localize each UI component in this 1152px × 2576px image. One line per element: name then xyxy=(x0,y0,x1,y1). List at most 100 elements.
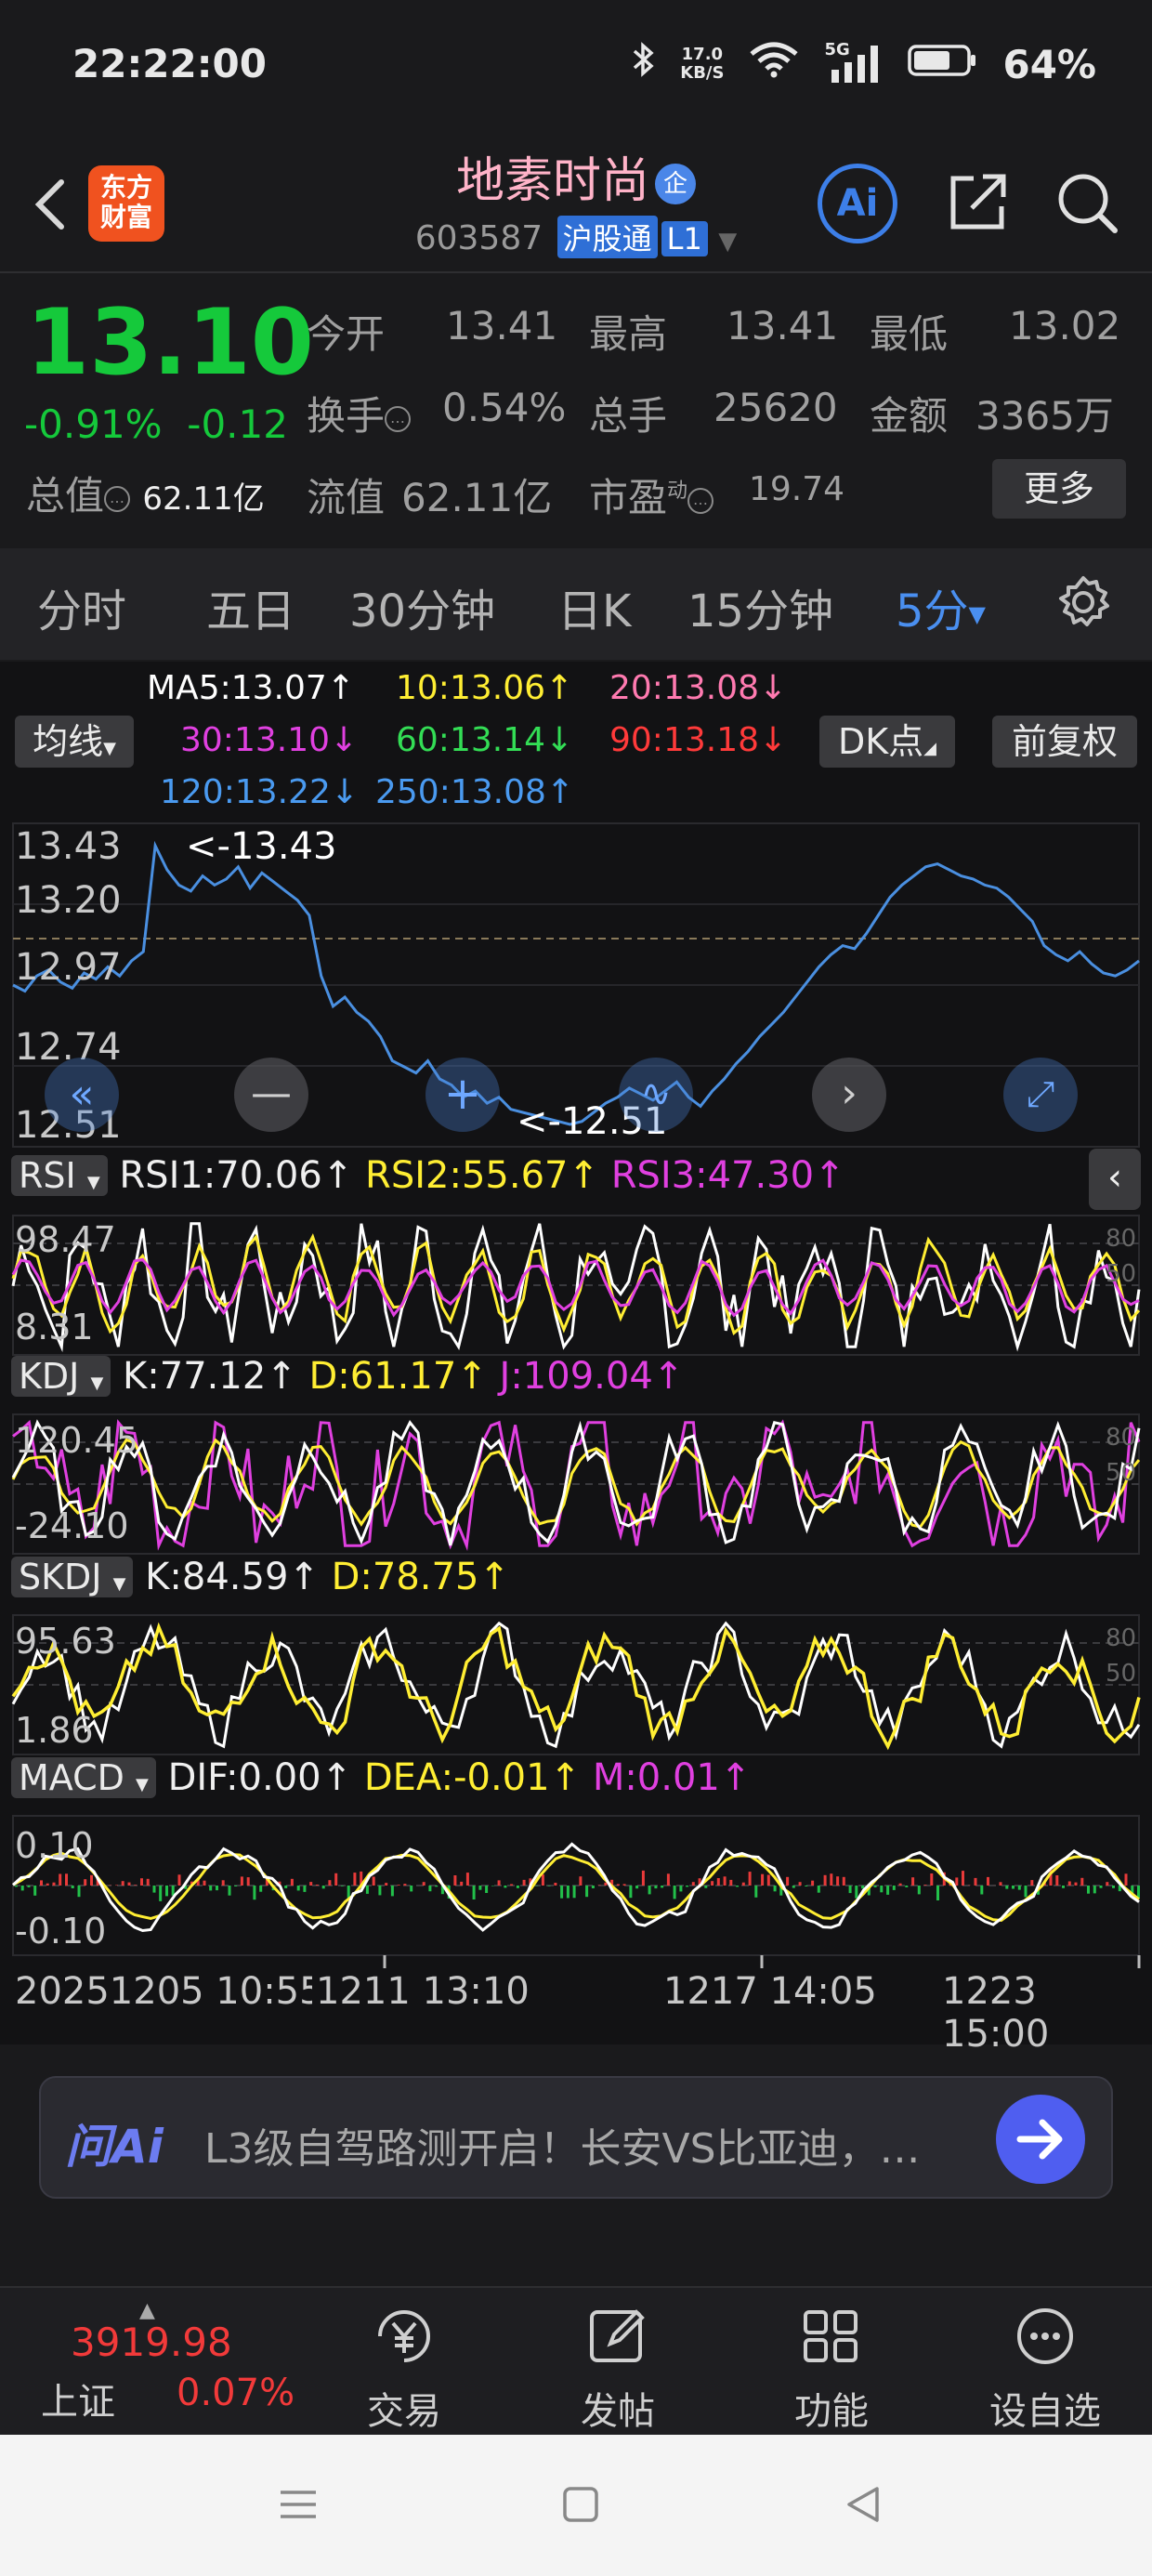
nav-add-watchlist[interactable]: 设自选 xyxy=(975,2286,1115,2435)
macd-bar xyxy=(372,1876,375,1886)
settings-button[interactable] xyxy=(1054,572,1113,636)
nav-post[interactable]: 发帖 xyxy=(550,2286,686,2435)
tab-five-day[interactable]: 五日 xyxy=(206,574,295,639)
macd-bar xyxy=(635,1886,639,1889)
skdj-header: SKDJ ▼ K:84.59↑ D:78.75↑ xyxy=(11,1556,510,1598)
macd-bar xyxy=(1106,1882,1109,1886)
macd-bar xyxy=(209,1886,213,1891)
macd-bar xyxy=(917,1886,921,1895)
dk-point-button[interactable]: DK点◢ xyxy=(819,716,955,768)
macd-bar xyxy=(390,1886,394,1897)
nav-function[interactable]: 功能 xyxy=(764,2286,899,2435)
ai-go-button[interactable] xyxy=(996,2095,1085,2184)
macd-bar xyxy=(328,1880,332,1886)
macd-bar xyxy=(303,1886,307,1892)
ma90-value: 90:13.18↓ xyxy=(609,721,788,759)
macd-bar xyxy=(723,1876,727,1886)
macd-bar xyxy=(622,1884,626,1886)
macd-bar xyxy=(134,1885,137,1886)
bluetooth-icon xyxy=(632,41,656,87)
skdj-selector[interactable]: SKDJ ▼ xyxy=(11,1557,134,1597)
date-label: 20251205 10:55 xyxy=(15,1970,323,2013)
skdj-d-value: D:78.75↑ xyxy=(331,1556,510,1598)
caret-down-icon: ▼ xyxy=(86,1173,100,1192)
pe-value: 19.74 xyxy=(749,470,845,508)
macd-bar xyxy=(33,1886,37,1896)
scroll-left-button[interactable]: « xyxy=(45,1058,119,1132)
macd-bar xyxy=(629,1886,633,1899)
search-button[interactable] xyxy=(1050,165,1124,240)
index-value[interactable]: 3919.98 xyxy=(71,2320,232,2365)
caret-up-icon: ▲ xyxy=(139,2299,155,2322)
indicator-button[interactable]: ∿ xyxy=(619,1058,693,1132)
macd-bar xyxy=(46,1883,49,1886)
macd-bar xyxy=(90,1874,93,1886)
signal-icon: 5G xyxy=(824,40,884,85)
fullscreen-button[interactable]: ⤢ xyxy=(1003,1058,1078,1132)
share-button[interactable] xyxy=(940,165,1015,240)
home-button[interactable] xyxy=(557,2481,604,2531)
macd-bar xyxy=(52,1882,56,1886)
macd-bar xyxy=(766,1874,770,1886)
tab-intraday[interactable]: 分时 xyxy=(37,574,126,639)
rsi-selector[interactable]: RSI ▼ xyxy=(11,1155,108,1196)
macd-bar xyxy=(554,1883,557,1886)
macd-bar xyxy=(560,1886,564,1899)
ask-ai-label: 问Ai xyxy=(65,2120,164,2174)
tab-30min[interactable]: 30分钟 xyxy=(349,574,495,639)
index-name[interactable]: 上证 xyxy=(41,2372,115,2425)
macd-bar xyxy=(585,1886,589,1898)
macd-bar xyxy=(403,1884,407,1886)
collapse-panel-button[interactable]: ‹ xyxy=(1089,1149,1141,1210)
macd-bar xyxy=(504,1886,507,1888)
triangle-back-icon xyxy=(847,2487,879,2522)
macd-bar xyxy=(848,1886,852,1894)
macd-bar xyxy=(980,1886,984,1895)
tab-daily[interactable]: 日K xyxy=(557,574,631,639)
rsi-top-label: 98.47 xyxy=(15,1219,116,1260)
high-label: 最高 xyxy=(589,311,668,357)
macd-bar xyxy=(84,1879,87,1886)
macd-bar xyxy=(666,1873,670,1886)
index-change[interactable]: 0.07% xyxy=(177,2372,295,2414)
ma-selector[interactable]: 均线▼ xyxy=(15,716,134,768)
price-axis-label: 13.20 xyxy=(15,879,122,922)
macd-bar xyxy=(591,1886,595,1888)
macd-bar xyxy=(152,1886,156,1893)
macd-bar xyxy=(955,1877,959,1886)
scroll-right-button[interactable]: › xyxy=(812,1058,886,1132)
macd-bar xyxy=(754,1886,758,1898)
ma120-value: 120:13.22↓ xyxy=(160,773,360,811)
minus-icon: — xyxy=(251,1070,292,1117)
macd-bar xyxy=(741,1882,745,1886)
macd-bar xyxy=(729,1879,733,1886)
kdj-selector[interactable]: KDJ ▼ xyxy=(11,1356,111,1397)
macd-selector[interactable]: MACD ▼ xyxy=(11,1757,156,1798)
nav-trade[interactable]: 交易 xyxy=(336,2286,472,2435)
macd-bar xyxy=(654,1886,658,1889)
rsi1-value: RSI1:70.06↑ xyxy=(119,1154,354,1197)
macd-bar xyxy=(378,1886,382,1896)
macd-bar xyxy=(334,1873,338,1886)
zoom-out-button[interactable]: — xyxy=(234,1058,308,1132)
caret-down-icon: ▼ xyxy=(103,739,116,758)
macd-bar xyxy=(365,1886,369,1894)
skdj-top-label: 95.63 xyxy=(15,1621,116,1662)
ai-button[interactable]: Ai xyxy=(818,164,897,243)
more-button[interactable]: 更多 xyxy=(992,459,1126,519)
macd-bar xyxy=(485,1886,489,1893)
grid-icon xyxy=(804,2310,857,2362)
tab-5min[interactable]: 5分▼ xyxy=(896,574,986,639)
menu-button[interactable] xyxy=(275,2481,321,2531)
zoom-in-button[interactable]: + xyxy=(425,1058,500,1132)
caret-down-icon: ▼ xyxy=(90,1373,104,1393)
system-back-button[interactable] xyxy=(840,2481,886,2531)
ai-ask-bar[interactable]: 问Ai L3级自驾路测开启！长安VS比亚迪，… xyxy=(39,2076,1113,2199)
macd-bar xyxy=(923,1885,927,1886)
tab-15min[interactable]: 15分钟 xyxy=(687,574,833,639)
skdj-50-label: 50 xyxy=(1106,1660,1137,1688)
macd-bar xyxy=(1030,1880,1034,1886)
adjust-selector[interactable]: 前复权 xyxy=(992,716,1137,768)
macd-bar xyxy=(641,1870,645,1886)
double-left-icon: « xyxy=(69,1071,95,1118)
